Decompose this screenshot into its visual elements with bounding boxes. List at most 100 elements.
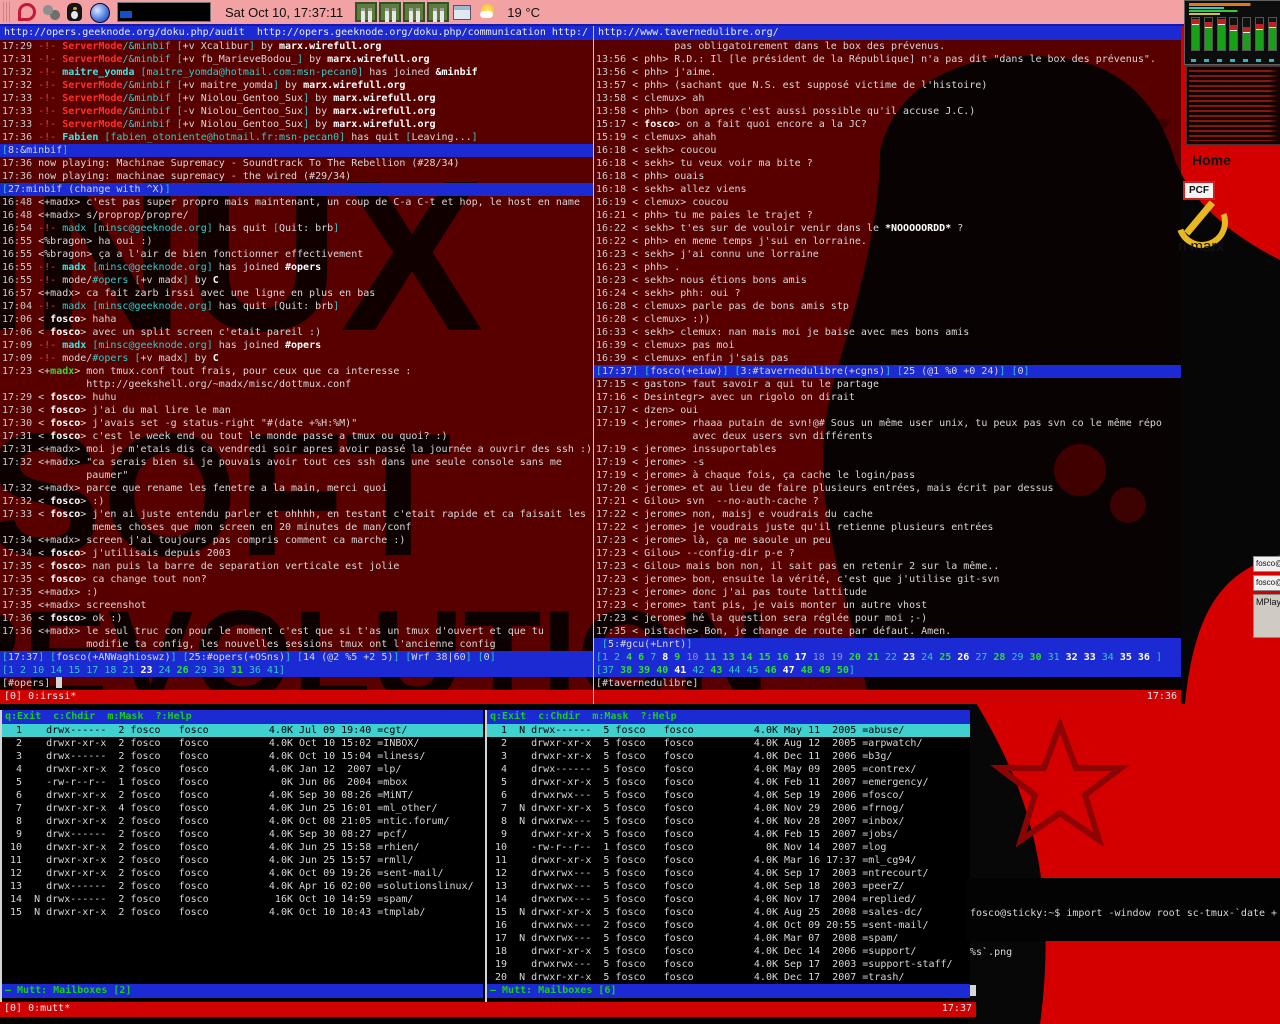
irssi-terminal-right[interactable]: http://www.tavernedulibre.org/ pas oblig… <box>593 26 1181 704</box>
mutt-mailbox-row[interactable]: 11 drwxr-xr-x 2 fosco fosco 4.0K Jun 25 … <box>2 854 483 867</box>
mutt-mailbox-row[interactable]: 2 drwxr-xr-x 5 fosco fosco 4.0K Aug 12 2… <box>487 737 970 750</box>
chat-line: 17:19 < jerome> à chaque fois, ça cache … <box>594 469 1181 482</box>
mutt-mailbox-row[interactable]: 14 drwxrwx--- 5 fosco fosco 4.0K Nov 17 … <box>487 893 970 906</box>
tux-penguin-icon[interactable] <box>65 2 85 22</box>
debian-menu-icon[interactable] <box>17 2 37 22</box>
chat-line: 17:09 -!- madx [minsc@geeknode.org] has … <box>0 339 593 352</box>
mutt-mailbox-row[interactable]: 15 N drwxr-xr-x 2 fosco fosco 4.0K Oct 1… <box>2 906 483 919</box>
chat-line: 16:48 <+madx> c'est pas super propro mai… <box>0 196 593 209</box>
chat-line: 16:18 < sekh> coucou <box>594 144 1181 157</box>
mutt-mailbox-row[interactable]: 9 drwxr-xr-x 5 fosco fosco 4.0K Feb 15 2… <box>487 828 970 841</box>
shaded-window-fosco-1[interactable]: fosco@ <box>1253 556 1280 572</box>
mutt-mailbox-row[interactable]: 19 drwxrwx--- 5 fosco fosco 4.0K Sep 17 … <box>487 958 970 971</box>
tmux-clock: 17:36 <box>1147 690 1177 704</box>
chat-line: 16:22 < sekh> t'es sur de vouloir venir … <box>594 222 1181 235</box>
mutt-mailbox-row[interactable]: 3 drwx------ 2 fosco fosco 4.0K Oct 10 1… <box>2 750 483 763</box>
mutt-mailbox-row[interactable]: 9 drwx------ 2 fosco fosco 4.0K Sep 30 0… <box>2 828 483 841</box>
alsamixer-title <box>1189 3 1277 6</box>
alsamixer-card-info <box>1189 7 1277 9</box>
taskbar-grip-left[interactable] <box>3 2 12 22</box>
mutt-mailbox-row[interactable]: 13 drwxrwx--- 5 fosco fosco 4.0K Sep 18 … <box>487 880 970 893</box>
home-desktop-icon-label[interactable]: Home <box>1192 152 1231 168</box>
mutt-mailbox-row[interactable]: 10 -rw-r--r-- 1 fosco fosco 0K Nov 14 20… <box>487 841 970 854</box>
chat-line: 17:32 < fosco> :) <box>0 495 593 508</box>
chat-line: 16:48 <+madx> s/proprop/propre/ <box>0 209 593 222</box>
mutt-mailbox-list: 1 N drwx------ 5 fosco fosco 4.0K May 11… <box>487 724 970 984</box>
marx-desktop-label[interactable]: n marx <box>1178 238 1224 255</box>
chat-line: 17:31 < fosco> c'est le week end ou tout… <box>0 430 593 443</box>
mutt-mailbox-row[interactable]: 11 drwxr-xr-x 5 fosco fosco 4.0K Mar 16 … <box>487 854 970 867</box>
chat-line: 16:21 < phh> tu me paies le trajet ? <box>594 209 1181 222</box>
mutt-mailbox-row[interactable]: 4 drwx------ 5 fosco fosco 4.0K May 09 2… <box>487 763 970 776</box>
mutt-mailbox-row[interactable]: 16 drwxrwx--- 2 fosco fosco 4.0K Oct 09 … <box>487 919 970 932</box>
mutt-mailbox-row[interactable]: 12 drwxr-xr-x 2 fosco fosco 4.0K Oct 09 … <box>2 867 483 880</box>
mutt-mailboxes-window-right[interactable]: q:Exit c:Chdir m:Mask ?:Help 1 N drwx---… <box>485 710 970 1002</box>
chat-line: 17:29 < fosco> huhu <box>0 391 593 404</box>
mutt-mailbox-row[interactable]: 14 N drwx------ 2 fosco fosco 16K Oct 10… <box>2 893 483 906</box>
mini-log-terminal[interactable] <box>1186 66 1280 145</box>
temperature-readout: 19 °C <box>507 5 540 20</box>
alsamixer-volume-bars[interactable] <box>1191 19 1277 51</box>
mutt-mailbox-list: 1 drwx------ 2 fosco fosco 4.0K Jul 09 1… <box>2 724 483 919</box>
mutt-mailbox-row[interactable]: 18 drwxr-xr-x 5 fosco fosco 4.0K Dec 14 … <box>487 945 970 958</box>
chat-line: 17:19 < jerome> inssuportables <box>594 443 1181 456</box>
chat-line: 17:20 < jerome> et au lieu de faire plus… <box>594 482 1181 495</box>
mutt-mailbox-row[interactable]: 15 N drwxr-xr-x 5 fosco fosco 4.0K Aug 2… <box>487 906 970 919</box>
mutt-mailbox-row[interactable]: 7 drwxr-xr-x 4 fosco fosco 4.0K Jun 25 1… <box>2 802 483 815</box>
chat-line: 17:33 < fosco> j'en ai juste entendu par… <box>0 508 593 521</box>
mutt-mailbox-row[interactable]: 8 N drwxrwx--- 5 fosco fosco 4.0K Nov 28… <box>487 815 970 828</box>
chat-line: 17:33 -!- ServerMode/&minbif [+v Niolou_… <box>0 92 593 105</box>
cpu-monitor-icon-1[interactable] <box>353 2 373 22</box>
window-list-icon[interactable] <box>453 5 471 20</box>
mutt-mailbox-row[interactable]: 7 N drwxr-xr-x 5 fosco fosco 4.0K Nov 29… <box>487 802 970 815</box>
chat-line: 17:23 < Gilou> --config-dir p-e ? <box>594 547 1181 560</box>
shaded-window-fosco-2[interactable]: fosco@... <box>1253 575 1280 591</box>
shaded-window-mplayer[interactable]: MPlayer <box>1253 594 1280 638</box>
mutt-mailbox-row[interactable]: 4 drwxr-xr-x 2 fosco fosco 4.0K Jan 12 2… <box>2 763 483 776</box>
mutt-mailbox-row[interactable]: 12 drwxrwx--- 5 fosco fosco 4.0K Sep 17 … <box>487 867 970 880</box>
mixer-volume-bar[interactable] <box>1229 17 1238 51</box>
irssi-terminal-left[interactable]: http://opers.geeknode.org/doku.php/audit… <box>0 26 593 704</box>
mutt-mailbox-row[interactable]: 1 N drwx------ 5 fosco fosco 4.0K May 11… <box>487 724 970 737</box>
chat-line: 17:30 < fosco> j'ai du mal lire le man <box>0 404 593 417</box>
mutt-mailbox-row[interactable]: 6 drwxrwx--- 5 fosco fosco 4.0K Sep 19 2… <box>487 789 970 802</box>
desktop-pager[interactable] <box>117 2 211 22</box>
cpu-monitor-icon-2[interactable] <box>377 2 397 22</box>
chat-line: 13:57 < phh> (sachant que N.S. est suppo… <box>594 79 1181 92</box>
mutt-mailbox-row[interactable]: 8 drwxr-xr-x 2 fosco fosco 4.0K Oct 08 2… <box>2 815 483 828</box>
mutt-mailbox-row[interactable]: 20 N drwxr-xr-x 5 fosco fosco 4.0K Dec 1… <box>487 971 970 984</box>
cpu-monitor-icon-4[interactable] <box>425 2 445 22</box>
chat-line: 17:34 <+madx> screen j'ai toujours pas c… <box>0 534 593 547</box>
mutt-mailbox-row[interactable]: 1 drwx------ 2 fosco fosco 4.0K Jul 09 1… <box>2 724 483 737</box>
chat-line: 17:35 <+madx> screenshot <box>0 599 593 612</box>
mutt-mailbox-row[interactable]: 17 N drwxrwx--- 5 fosco fosco 4.0K Mar 0… <box>487 932 970 945</box>
mutt-mailboxes-window-left[interactable]: q:Exit c:Chdir m:Mask ?:Help 1 drwx-----… <box>0 710 483 1002</box>
mutt-mailbox-row[interactable]: 5 -rw-r--r-- 1 fosco fosco 0K Jun 06 200… <box>2 776 483 789</box>
mixer-volume-bar[interactable] <box>1191 17 1200 51</box>
chat-line: 13:56 < phh> j'aime. <box>594 66 1181 79</box>
shell-terminal-import[interactable]: fosco@sticky:~$ import -window root sc-t… <box>966 878 1280 941</box>
mutt-mailbox-row[interactable]: 10 drwxr-xr-x 2 fosco fosco 4.0K Jun 25 … <box>2 841 483 854</box>
chat-line: 17:23 < jerome> hé la question sera régl… <box>594 612 1181 625</box>
mutt-mailbox-row[interactable]: 5 drwxr-xr-x 5 fosco fosco 4.0K Feb 11 2… <box>487 776 970 789</box>
weather-sun-icon <box>479 2 499 22</box>
mutt-mailbox-row[interactable]: 13 drwx------ 2 fosco fosco 4.0K Apr 16 … <box>2 880 483 893</box>
shell-command-wrap: %s`.png <box>970 946 1280 959</box>
chat-line: 17:35 < fosco> ca change tout non? <box>0 573 593 586</box>
mixer-volume-bar[interactable] <box>1255 17 1264 51</box>
mixer-volume-bar[interactable] <box>1217 17 1226 51</box>
settings-gears-icon[interactable] <box>41 2 61 22</box>
chat-line: 17:33 -!- ServerMode/&minbif [+v Niolou_… <box>0 118 593 131</box>
mixer-volume-bar[interactable] <box>1268 17 1277 51</box>
mutt-mailbox-row[interactable]: 2 drwxr-xr-x 2 fosco fosco 4.0K Oct 10 1… <box>2 737 483 750</box>
web-browser-globe-icon[interactable] <box>89 2 109 22</box>
mixer-volume-bar[interactable] <box>1204 17 1213 51</box>
alsamixer-window[interactable] <box>1184 0 1280 65</box>
mutt-mailbox-row[interactable]: 3 drwxr-xr-x 5 fosco fosco 4.0K Dec 11 2… <box>487 750 970 763</box>
mutt-mailbox-row[interactable]: 6 drwxr-xr-x 2 fosco fosco 4.0K Sep 30 0… <box>2 789 483 802</box>
cpu-monitor-icon-3[interactable] <box>401 2 421 22</box>
chat-line: 16:39 < clemux> enfin j'sais pas <box>594 352 1181 365</box>
chat-line: 16:19 < clemux> coucou <box>594 196 1181 209</box>
taskbar-clock: Sat Oct 10, 17:37:11 <box>225 5 343 20</box>
mixer-volume-bar[interactable] <box>1242 17 1251 51</box>
